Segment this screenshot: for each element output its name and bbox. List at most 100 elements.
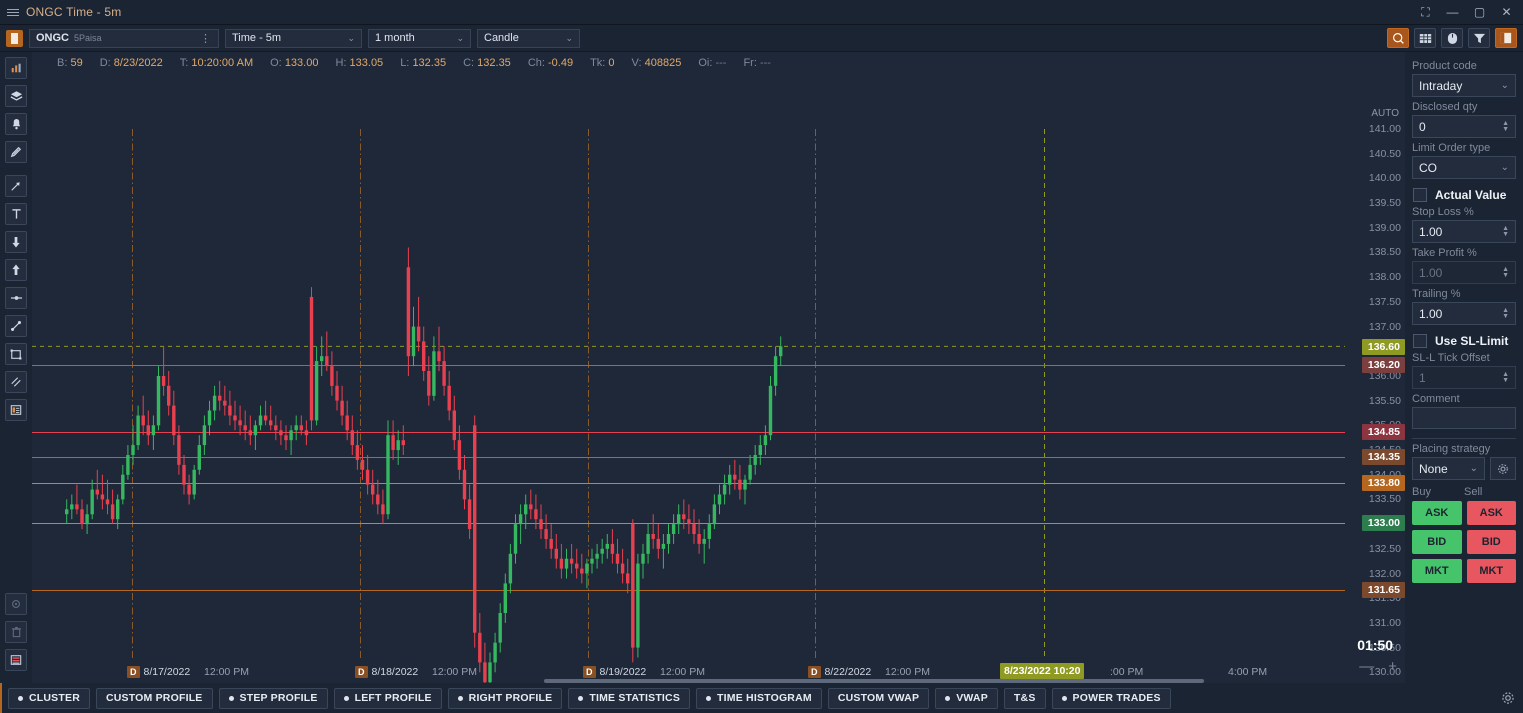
table-icon[interactable] — [1414, 28, 1436, 48]
stop-loss-pct-stepper[interactable]: 1.00 ▲▼ — [1412, 220, 1516, 243]
candlestick-plot[interactable] — [32, 52, 1345, 683]
horizontal-line-icon[interactable] — [5, 287, 27, 309]
table-list-icon[interactable] — [5, 399, 27, 421]
buy-mkt-button[interactable]: MKT — [1412, 559, 1462, 583]
indicator-time-statistics-button[interactable]: TIME STATISTICS — [568, 688, 690, 709]
sl-l-tick-offset-stepper[interactable]: 1 ▲▼ — [1412, 366, 1516, 389]
price-badge[interactable]: 136.60 — [1362, 339, 1405, 355]
minimize-icon[interactable]: — — [1446, 6, 1459, 18]
price-badge[interactable]: 131.65 — [1362, 582, 1405, 598]
gear-icon[interactable] — [1490, 457, 1516, 480]
use-sl-limit-checkbox[interactable] — [1413, 334, 1427, 348]
buy-bid-button[interactable]: BID — [1412, 530, 1462, 554]
text-icon[interactable] — [5, 203, 27, 225]
brush-icon[interactable] — [5, 141, 27, 163]
parallel-lines-icon[interactable] — [5, 371, 27, 393]
indicator-t-s-button[interactable]: T&S — [1004, 688, 1046, 709]
close-icon[interactable]: ✕ — [1500, 6, 1513, 18]
search-chart-icon[interactable] — [1387, 28, 1409, 48]
limit-order-type-select[interactable]: CO ⌄ — [1412, 156, 1516, 179]
placing-strategy-select[interactable]: None ⌄ — [1412, 457, 1485, 480]
indicator-power-trades-button[interactable]: POWER TRADES — [1052, 688, 1171, 709]
alert-bell-icon[interactable] — [5, 113, 27, 135]
trash-icon[interactable] — [5, 621, 27, 643]
panel-icon[interactable] — [1495, 28, 1517, 48]
indicator-label: STEP PROFILE — [240, 692, 318, 704]
rectangle-icon[interactable] — [5, 343, 27, 365]
arrow-up-icon[interactable] — [5, 259, 27, 281]
chart-type-selector[interactable]: Candle ⌄ — [477, 29, 580, 48]
fullscreen-icon[interactable]: ⛶ — [1419, 6, 1432, 18]
time-axis-day-tick: D8/18/2022 — [355, 666, 418, 678]
panel-toggle-icon[interactable] — [6, 30, 23, 47]
actual-value-checkbox-row[interactable]: Actual Value — [1413, 188, 1516, 202]
instrument-selector[interactable]: ONGC 5Paisa ⋮ — [29, 29, 219, 48]
indicator-time-histogram-button[interactable]: TIME HISTOGRAM — [696, 688, 822, 709]
sell-mkt-button[interactable]: MKT — [1467, 559, 1517, 583]
menu-hamburger-icon[interactable] — [0, 9, 26, 16]
indicator-right-profile-button[interactable]: RIGHT PROFILE — [448, 688, 563, 709]
period-value: 1 month — [375, 32, 415, 44]
product-code-value: Intraday — [1419, 79, 1462, 93]
stepper-arrows-icon[interactable]: ▲▼ — [1502, 226, 1509, 238]
target-icon[interactable] — [5, 593, 27, 615]
zoom-in-button[interactable]: + — [1388, 658, 1397, 675]
period-selector[interactable]: 1 month ⌄ — [368, 29, 471, 48]
zoom-out-button[interactable]: — — [1359, 658, 1374, 675]
window-title: ONGC Time - 5m — [26, 5, 121, 19]
status-dot — [344, 696, 349, 701]
funnel-icon[interactable] — [1468, 28, 1490, 48]
indicator-label: CUSTOM PROFILE — [106, 692, 203, 704]
price-badge[interactable]: 136.20 — [1362, 357, 1405, 373]
buy-sell-button-grid: ASKBIDMKT ASKBIDMKT — [1412, 501, 1516, 583]
chart-svg — [32, 52, 1345, 683]
price-badge[interactable]: 134.85 — [1362, 424, 1405, 440]
stepper-arrows-icon[interactable]: ▲▼ — [1502, 121, 1509, 133]
price-axis[interactable]: AUTO 141.00140.50140.00139.50139.00138.5… — [1345, 52, 1405, 683]
trendline-icon[interactable] — [5, 315, 27, 337]
instrument-more-icon[interactable]: ⋮ — [200, 32, 212, 45]
chevron-down-icon: ⌄ — [1501, 162, 1509, 173]
chart-bars-icon[interactable] — [5, 57, 27, 79]
title-bar: ONGC Time - 5m ⛶ — ▢ ✕ — [0, 0, 1523, 25]
indicator-left-profile-button[interactable]: LEFT PROFILE — [334, 688, 442, 709]
maximize-icon[interactable]: ▢ — [1473, 6, 1486, 18]
price-axis-zoom-controls: — + — [1359, 658, 1397, 675]
indicator-custom-vwap-button[interactable]: CUSTOM VWAP — [828, 688, 929, 709]
arrow-diagonal-icon[interactable] — [5, 175, 27, 197]
layers-icon[interactable] — [5, 85, 27, 107]
sell-bid-button[interactable]: BID — [1467, 530, 1517, 554]
chart-canvas-area[interactable]: B: 59D: 8/23/2022T: 10:20:00 AMO: 133.00… — [32, 52, 1405, 683]
product-code-select[interactable]: Intraday ⌄ — [1412, 74, 1516, 97]
timeframe-selector[interactable]: Time - 5m ⌄ — [225, 29, 362, 48]
gear-icon[interactable] — [1501, 691, 1515, 705]
sell-ask-button[interactable]: ASK — [1467, 501, 1517, 525]
grid-icon[interactable] — [5, 649, 27, 671]
use-sl-limit-checkbox-row[interactable]: Use SL-Limit — [1413, 334, 1516, 348]
indicators-bottom-bar: CLUSTER CUSTOM PROFILE STEP PROFILE LEFT PR… — [0, 683, 1523, 713]
indicator-vwap-button[interactable]: VWAP — [935, 688, 998, 709]
actual-value-checkbox[interactable] — [1413, 188, 1427, 202]
timeframe-value: Time - 5m — [232, 32, 281, 44]
price-badge[interactable]: 133.80 — [1362, 475, 1405, 491]
stepper-arrows-icon[interactable]: ▲▼ — [1502, 372, 1509, 384]
arrow-down-icon[interactable] — [5, 231, 27, 253]
take-profit-pct-stepper[interactable]: 1.00 ▲▼ — [1412, 261, 1516, 284]
mouse-icon[interactable] — [1441, 28, 1463, 48]
time-cursor-label: 8/23/2022 10:20 — [1000, 663, 1084, 679]
disclosed-qty-stepper[interactable]: 0 ▲▼ — [1412, 115, 1516, 138]
indicator-step-profile-button[interactable]: STEP PROFILE — [219, 688, 328, 709]
time-axis[interactable]: D8/17/202212:00 PMD8/18/202212:00 PMD8/1… — [32, 659, 1345, 683]
price-badge[interactable]: 133.00 — [1362, 515, 1405, 531]
price-badge[interactable]: 134.35 — [1362, 449, 1405, 465]
stepper-arrows-icon[interactable]: ▲▼ — [1502, 267, 1509, 279]
comment-input[interactable] — [1412, 407, 1516, 429]
trailing-pct-stepper[interactable]: 1.00 ▲▼ — [1412, 302, 1516, 325]
price-axis-auto-label[interactable]: AUTO — [1371, 108, 1399, 119]
disclosed-qty-value: 0 — [1419, 120, 1426, 134]
stepper-arrows-icon[interactable]: ▲▼ — [1502, 308, 1509, 320]
indicator-custom-profile-button[interactable]: CUSTOM PROFILE — [96, 688, 213, 709]
indicator-cluster-button[interactable]: CLUSTER — [8, 688, 90, 709]
price-tick: 139.00 — [1369, 222, 1401, 234]
buy-ask-button[interactable]: ASK — [1412, 501, 1462, 525]
